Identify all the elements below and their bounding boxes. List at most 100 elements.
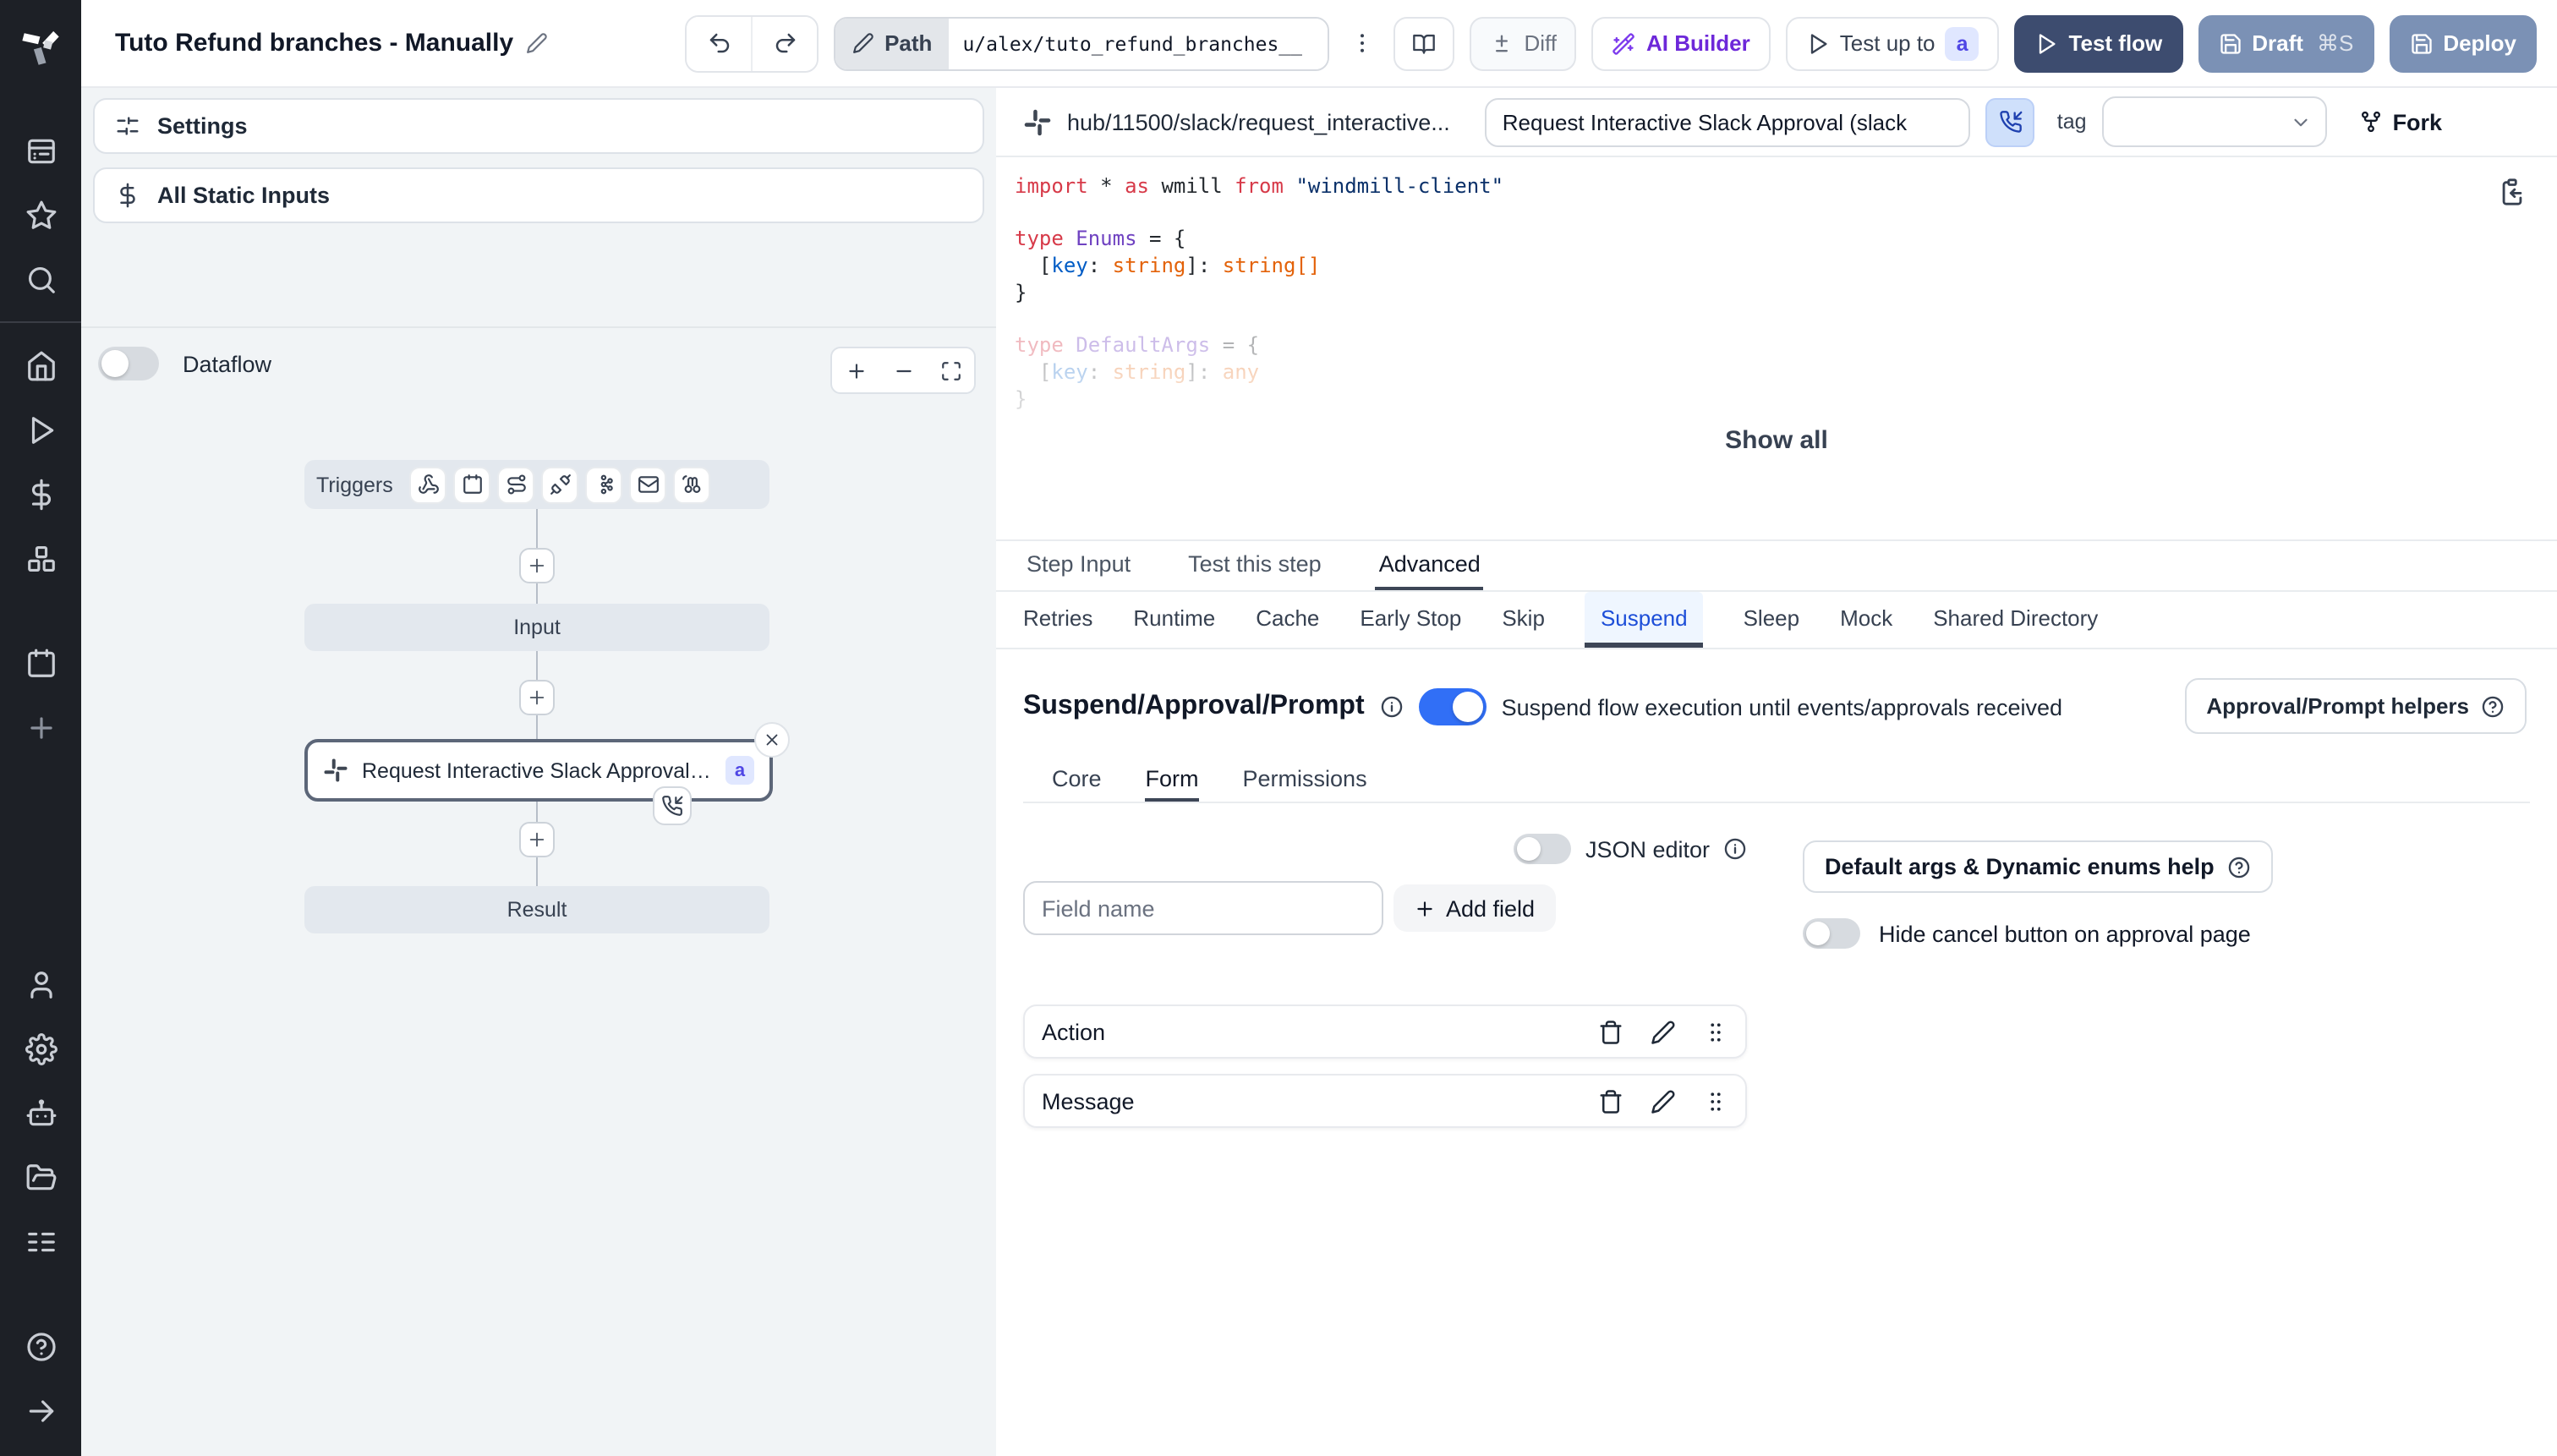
subtab-skip[interactable]: Skip [1502, 592, 1545, 648]
slack-approval-node[interactable]: Request Interactive Slack Approval (... … [304, 739, 773, 802]
subtab-early-stop[interactable]: Early Stop [1360, 592, 1461, 648]
edit-title-pencil-icon[interactable] [525, 32, 547, 54]
git-fork-icon [2361, 111, 2380, 133]
fork-button[interactable]: Fork [2359, 109, 2442, 134]
draft-button[interactable]: Draft ⌘S [2198, 14, 2374, 72]
route-trigger-icon[interactable] [497, 466, 535, 503]
deploy-button[interactable]: Deploy [2389, 14, 2537, 72]
hub-script-path[interactable]: hub/11500/slack/request_interactive... [1067, 109, 1450, 134]
field-row-action[interactable]: Action [1023, 1004, 1747, 1059]
form-tab-permissions[interactable]: Permissions [1243, 758, 1367, 802]
drag-grip-icon[interactable] [1703, 1019, 1728, 1044]
path-label[interactable]: Path [835, 18, 950, 68]
runs-icon[interactable] [7, 397, 74, 462]
subtab-cache[interactable]: Cache [1256, 592, 1319, 648]
form-tab-core[interactable]: Core [1052, 758, 1102, 802]
tag-select[interactable] [2101, 96, 2327, 147]
show-all-button[interactable]: Show all [1725, 426, 1828, 463]
websocket-plug-icon[interactable] [541, 466, 579, 503]
test-flow-button[interactable]: Test flow [2014, 14, 2183, 72]
zoom-out-icon[interactable] [892, 359, 914, 381]
subtab-runtime[interactable]: Runtime [1133, 592, 1215, 648]
user-icon[interactable] [7, 952, 74, 1016]
suspend-phone-badge-icon[interactable] [653, 786, 692, 825]
path-group: Path [834, 16, 1330, 70]
subtab-mock[interactable]: Mock [1840, 592, 1892, 648]
workers-bot-icon[interactable] [7, 1081, 74, 1145]
tab-advanced[interactable]: Advanced [1375, 541, 1484, 590]
step-name-input[interactable] [1485, 97, 1971, 146]
advanced-subtabs: Retries Runtime Cache Early Stop Skip Su… [996, 592, 2557, 649]
canvas-zoom-controls [830, 347, 976, 394]
logs-list-icon[interactable] [7, 1209, 74, 1273]
fit-view-icon[interactable] [939, 359, 961, 381]
variables-icon[interactable] [7, 462, 74, 526]
folders-icon[interactable] [7, 1145, 74, 1209]
email-trigger-icon[interactable] [629, 466, 667, 503]
redo-button[interactable] [751, 16, 818, 70]
diff-button[interactable]: Diff [1470, 16, 1577, 70]
resources-icon[interactable] [7, 526, 74, 590]
result-node[interactable]: Result [304, 886, 769, 933]
suspend-enable-toggle[interactable] [1418, 688, 1487, 725]
suspend-indicator-button[interactable] [1985, 97, 2035, 146]
search-icon[interactable] [7, 247, 74, 311]
drag-grip-icon[interactable] [1703, 1088, 1728, 1114]
subtab-suspend[interactable]: Suspend [1585, 592, 1703, 648]
favorites-star-icon[interactable] [7, 183, 74, 247]
subtab-shared-directory[interactable]: Shared Directory [1933, 592, 2098, 648]
input-node[interactable]: Input [304, 604, 769, 651]
docs-book-button[interactable] [1393, 16, 1455, 70]
clipboard-paste-icon[interactable] [2498, 178, 2527, 206]
default-args-help-button[interactable]: Default args & Dynamic enums help [1803, 840, 2274, 893]
flow-settings-button[interactable]: Settings [93, 98, 984, 154]
test-up-to-button[interactable]: Test up to a [1785, 16, 2000, 70]
collapse-arrow-icon[interactable] [7, 1378, 74, 1442]
hide-cancel-toggle[interactable] [1803, 918, 1860, 949]
delete-field-icon[interactable] [1598, 1019, 1623, 1044]
subtab-retries[interactable]: Retries [1023, 592, 1092, 648]
dataflow-row: Dataflow [98, 347, 271, 380]
add-field-button[interactable]: Add field [1393, 884, 1556, 932]
subtab-sleep[interactable]: Sleep [1744, 592, 1800, 648]
home-icon[interactable] [7, 333, 74, 397]
form-tab-form[interactable]: Form [1145, 758, 1199, 802]
schedules-icon[interactable] [7, 631, 74, 695]
zoom-in-icon[interactable] [845, 359, 867, 381]
add-plus-icon[interactable] [7, 695, 74, 759]
approval-prompt-helpers-button[interactable]: Approval/Prompt helpers [2184, 678, 2527, 734]
undo-button[interactable] [687, 16, 752, 70]
webhook-icon[interactable] [409, 466, 447, 503]
info-icon[interactable] [1380, 695, 1404, 719]
field-name: Message [1042, 1088, 1135, 1114]
schedule-trigger-icon[interactable] [453, 466, 491, 503]
delete-node-button[interactable] [754, 722, 790, 758]
dataflow-toggle[interactable] [98, 347, 159, 380]
all-static-inputs-button[interactable]: All Static Inputs [93, 167, 984, 223]
more-menu-icon[interactable] [1344, 30, 1378, 56]
kafka-trigger-icon[interactable] [585, 466, 623, 503]
ai-builder-button[interactable]: AI Builder [1591, 16, 1771, 70]
json-editor-info-icon[interactable] [1723, 837, 1747, 861]
delete-field-icon[interactable] [1598, 1088, 1623, 1114]
insert-step-button-1[interactable] [519, 548, 555, 583]
triggers-bar[interactable]: Triggers [304, 460, 769, 509]
json-editor-toggle[interactable] [1514, 834, 1572, 864]
edit-field-icon[interactable] [1651, 1019, 1676, 1044]
field-name-input[interactable] [1023, 881, 1383, 935]
plus-icon [1417, 900, 1432, 916]
approval-node-label: Request Interactive Slack Approval (... [362, 758, 712, 782]
settings-gear-icon[interactable] [7, 1016, 74, 1081]
scheduled-poll-icon[interactable] [673, 466, 711, 503]
path-input[interactable] [949, 18, 1328, 68]
insert-step-button-2[interactable] [519, 680, 555, 715]
edit-field-icon[interactable] [1651, 1088, 1676, 1114]
insert-step-button-3[interactable] [519, 822, 555, 857]
help-icon[interactable] [7, 1314, 74, 1378]
apps-icon[interactable] [7, 118, 74, 183]
windmill-logo-icon[interactable] [0, 0, 81, 88]
field-row-message[interactable]: Message [1023, 1074, 1747, 1128]
tab-step-input[interactable]: Step Input [1023, 541, 1134, 590]
tab-test-this-step[interactable]: Test this step [1185, 541, 1325, 590]
code-editor[interactable]: import * as wmill from "windmill-client"… [996, 157, 2557, 541]
